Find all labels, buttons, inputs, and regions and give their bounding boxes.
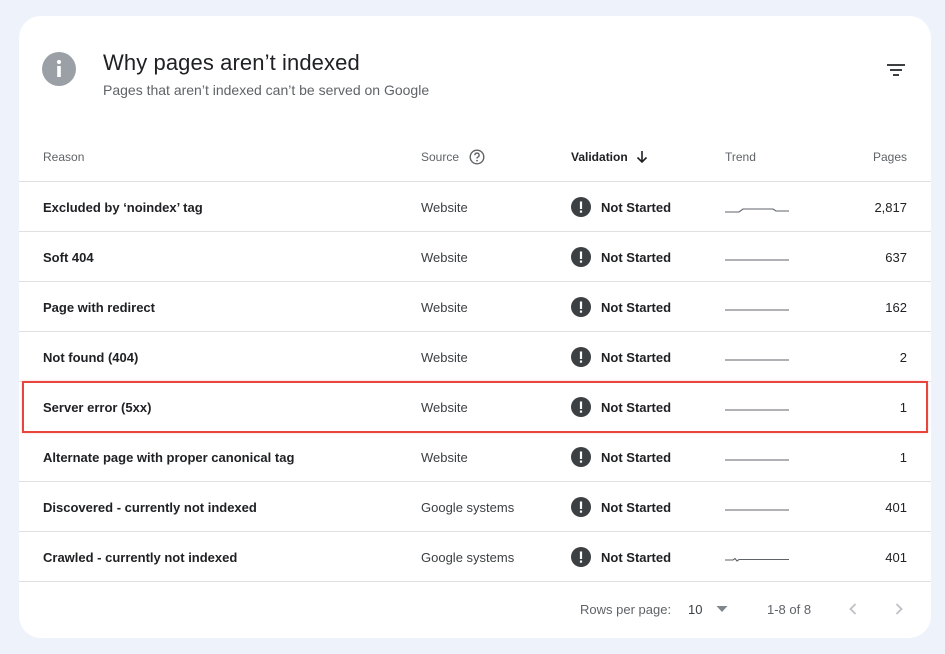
- arrow-down-icon: [636, 151, 647, 164]
- row-source: Website: [421, 199, 468, 215]
- row-reason: Soft 404: [43, 249, 94, 265]
- validation-status: Not Started: [601, 399, 672, 415]
- table-header: Reason Source Validation Trend Pages: [19, 132, 931, 182]
- info-icon: [42, 52, 76, 86]
- row-validation: Not Started: [571, 282, 671, 332]
- warning-icon: [571, 197, 591, 217]
- filter-icon: [887, 64, 905, 76]
- page-subtitle: Pages that aren’t indexed can’t be serve…: [103, 82, 430, 98]
- row-source: Website: [421, 249, 468, 265]
- row-source: Website: [421, 449, 468, 465]
- dropdown-arrow-icon: [716, 606, 728, 612]
- warning-icon: [571, 297, 591, 317]
- row-trend-sparkline: [725, 282, 789, 332]
- row-pages: 162: [885, 299, 907, 315]
- row-source: Website: [421, 349, 468, 365]
- validation-status: Not Started: [601, 299, 672, 315]
- row-pages: 401: [885, 499, 907, 515]
- row-validation: Not Started: [571, 182, 671, 232]
- row-reason: Crawled - currently not indexed: [43, 549, 238, 565]
- warning-icon: [571, 397, 591, 417]
- row-reason: Page with redirect: [43, 299, 155, 315]
- row-pages: 637: [885, 249, 907, 265]
- row-validation: Not Started: [571, 432, 671, 482]
- row-trend-sparkline: [725, 432, 789, 482]
- warning-icon: [571, 497, 591, 517]
- validation-status: Not Started: [601, 499, 672, 515]
- row-reason: Alternate page with proper canonical tag: [43, 449, 295, 465]
- warning-icon: [571, 347, 591, 367]
- table-row[interactable]: Not found (404) Website Not Started 2: [19, 332, 931, 382]
- row-trend-sparkline: [725, 532, 789, 582]
- table-row[interactable]: Alternate page with proper canonical tag…: [19, 432, 931, 482]
- row-trend-sparkline: [725, 182, 789, 232]
- row-validation: Not Started: [571, 482, 671, 532]
- table-pagination: Rows per page: 10 1-8 of 8: [19, 584, 931, 634]
- row-reason: Server error (5xx): [43, 399, 152, 415]
- row-reason: Discovered - currently not indexed: [43, 499, 257, 515]
- pages-not-indexed-card: Why pages aren’t indexed Pages that aren…: [19, 16, 931, 638]
- pagination-range: 1-8 of 8: [767, 601, 812, 617]
- help-icon[interactable]: [469, 149, 485, 165]
- rows-per-page-value: 10: [688, 601, 703, 617]
- row-pages: 2,817: [874, 199, 907, 215]
- row-validation: Not Started: [571, 232, 671, 282]
- table-row[interactable]: Crawled - currently not indexed Google sy…: [19, 532, 931, 582]
- row-source: Google systems: [421, 499, 515, 515]
- validation-status: Not Started: [601, 349, 672, 365]
- row-trend-sparkline: [725, 382, 789, 432]
- warning-icon: [571, 547, 591, 567]
- row-reason: Excluded by ‘noindex’ tag: [43, 199, 203, 215]
- column-header-validation[interactable]: Validation: [571, 132, 648, 182]
- chevron-left-icon: [849, 603, 857, 615]
- row-validation: Not Started: [571, 532, 671, 582]
- table-row[interactable]: Server error (5xx) Website Not Started 1: [22, 381, 928, 433]
- column-header-trend: Trend: [725, 150, 756, 164]
- row-pages: 1: [899, 449, 907, 465]
- row-source: Website: [421, 299, 468, 315]
- table-row[interactable]: Soft 404 Website Not Started 637: [19, 232, 931, 282]
- rows-per-page-label: Rows per page:: [580, 601, 672, 617]
- warning-icon: [571, 247, 591, 267]
- row-source: Google systems: [421, 549, 515, 565]
- row-reason: Not found (404): [43, 349, 139, 365]
- row-source: Website: [421, 399, 468, 415]
- row-validation: Not Started: [571, 382, 671, 432]
- validation-status: Not Started: [601, 449, 672, 465]
- chevron-right-icon: [895, 603, 903, 615]
- validation-status: Not Started: [601, 199, 672, 215]
- page-title: Why pages aren’t indexed: [103, 50, 360, 75]
- rows-per-page-select[interactable]: 10: [688, 584, 728, 634]
- row-trend-sparkline: [725, 332, 789, 382]
- table-row[interactable]: Excluded by ‘noindex’ tag Website Not Star…: [19, 182, 931, 232]
- previous-page-button[interactable]: [847, 584, 859, 634]
- table-body: Excluded by ‘noindex’ tag Website Not Star…: [19, 182, 931, 582]
- table-row[interactable]: Page with redirect Website Not Started 162: [19, 282, 931, 332]
- warning-icon: [571, 447, 591, 467]
- row-validation: Not Started: [571, 332, 671, 382]
- column-header-reason[interactable]: Reason: [43, 132, 84, 182]
- validation-status: Not Started: [601, 549, 672, 565]
- column-header-pages[interactable]: Pages: [873, 132, 907, 182]
- row-pages: 401: [885, 549, 907, 565]
- validation-status: Not Started: [601, 249, 672, 265]
- row-pages: 1: [899, 399, 907, 415]
- row-trend-sparkline: [725, 232, 789, 282]
- column-header-source[interactable]: Source: [421, 132, 485, 182]
- row-pages: 2: [899, 349, 907, 365]
- row-trend-sparkline: [725, 482, 789, 532]
- filter-button[interactable]: [883, 58, 909, 82]
- next-page-button[interactable]: [893, 584, 905, 634]
- table-row[interactable]: Discovered - currently not indexed Google…: [19, 482, 931, 532]
- card-header: Why pages aren’t indexed Pages that aren…: [19, 16, 931, 136]
